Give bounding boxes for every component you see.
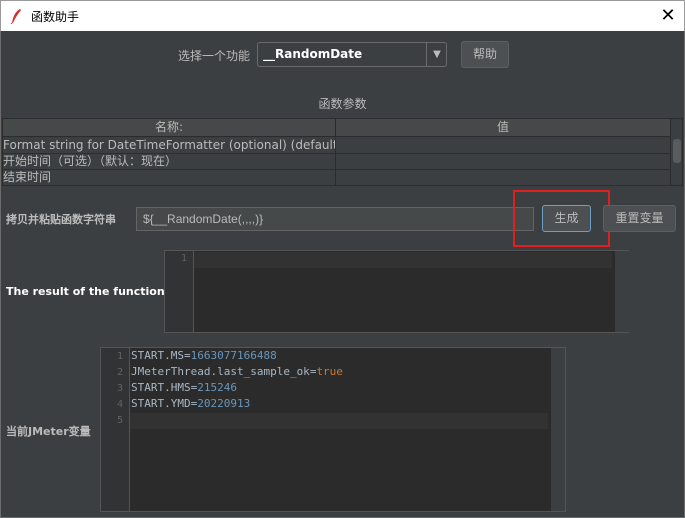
param-value[interactable] — [336, 138, 670, 154]
function-select-label: 选择一个功能 — [178, 49, 251, 63]
var-key: JMeterThread.last_sample_ok — [131, 365, 310, 378]
line-number-gutter: 1 — [165, 251, 194, 332]
result-scrollbar[interactable] — [615, 251, 629, 332]
close-icon[interactable]: ✕ — [653, 3, 683, 29]
function-select[interactable]: __RandomDate ▼ — [257, 42, 447, 67]
param-name: 开始时间（可选）（默认：现在） — [3, 154, 336, 170]
table-row[interactable]: 结束时间 — [3, 170, 670, 186]
var-value: 1663077166488 — [190, 349, 277, 362]
result-label: The result of the function is — [6, 285, 179, 298]
var-value: 215246 — [197, 381, 237, 394]
vars-scrollbar[interactable] — [551, 348, 565, 511]
jmeter-vars-label: 当前JMeter变量 — [6, 425, 91, 438]
title-bar: 函数助手 ✕ — [0, 0, 685, 31]
var-key: START.YMD — [131, 397, 191, 410]
line-number: 1 — [180, 253, 187, 264]
params-scrollbar[interactable] — [670, 119, 682, 185]
params-table: 名称: 值 Format string for DateTimeFormatte… — [2, 118, 683, 186]
var-value: true — [316, 365, 343, 378]
line-number: 2 — [116, 367, 123, 378]
result-editor[interactable]: 1 — [164, 250, 629, 333]
function-select-value: __RandomDate — [263, 47, 363, 61]
var-key: START.MS — [131, 349, 184, 362]
function-string-input[interactable] — [136, 207, 534, 231]
params-header: 名称: 值 — [3, 119, 670, 137]
table-row[interactable]: 开始时间（可选）（默认：现在） — [3, 154, 670, 170]
param-value[interactable] — [336, 170, 670, 186]
reset-variables-button[interactable]: 重置变量 — [603, 205, 676, 232]
code-line: START.MS=1663077166488 — [131, 349, 277, 362]
var-key: START.HMS — [131, 381, 191, 394]
line-number-gutter: 1 2 3 4 5 — [101, 348, 130, 511]
params-title: 函数参数 — [318, 97, 367, 111]
chevron-down-icon[interactable]: ▼ — [426, 43, 447, 66]
param-value[interactable] — [336, 154, 670, 170]
column-header-value[interactable]: 值 — [336, 119, 670, 137]
line-number: 5 — [116, 415, 123, 426]
jmeter-vars-editor[interactable]: 1 2 3 4 5 START.MS=1663077166488 JMeterT… — [100, 347, 566, 512]
generate-button[interactable]: 生成 — [542, 205, 591, 232]
code-line: START.YMD=20220913 — [131, 397, 251, 410]
line-number: 1 — [116, 351, 123, 362]
feather-icon — [10, 8, 22, 25]
window-title: 函数助手 — [31, 10, 80, 24]
current-line — [130, 413, 548, 429]
column-header-name[interactable]: 名称: — [3, 119, 336, 137]
line-number: 4 — [116, 399, 123, 410]
help-button[interactable]: 帮助 — [461, 41, 509, 68]
scrollbar-thumb[interactable] — [673, 139, 681, 163]
result-content — [194, 252, 612, 268]
param-name: Format string for DateTimeFormatter (opt… — [3, 138, 336, 154]
code-line: JMeterThread.last_sample_ok=true — [131, 365, 343, 378]
code-line: START.HMS=215246 — [131, 381, 237, 394]
param-name: 结束时间 — [3, 170, 336, 186]
var-value: 20220913 — [197, 397, 251, 410]
table-row[interactable]: Format string for DateTimeFormatter (opt… — [3, 138, 670, 154]
line-number: 3 — [116, 383, 123, 394]
copy-paste-label: 拷贝并粘贴函数字符串 — [6, 213, 116, 226]
